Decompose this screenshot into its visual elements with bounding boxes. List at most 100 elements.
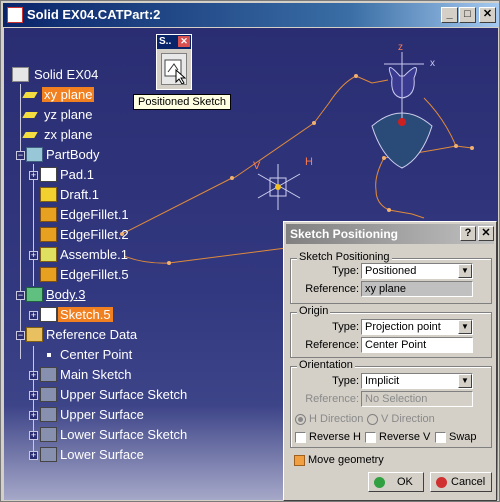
expand-toggle[interactable]: + <box>29 451 38 460</box>
reference-label: Reference: <box>305 283 359 295</box>
tree-item-label: Reference Data <box>46 327 138 342</box>
cancel-button[interactable]: Cancel <box>430 472 492 492</box>
mini-toolbar-close-icon[interactable]: ✕ <box>178 36 190 47</box>
window-titlebar[interactable]: Solid EX04.CATPart:2 _ □ ✕ <box>3 3 499 27</box>
expand-toggle[interactable]: + <box>29 171 38 180</box>
sketch-vertex <box>387 208 391 212</box>
positioned-sketch-icon <box>164 59 187 85</box>
reverse-v-checkbox[interactable] <box>365 432 376 443</box>
reverse-h-label: Reverse H <box>309 431 361 443</box>
sketch-profile-line <box>121 177 233 235</box>
sketch-vertex <box>454 144 458 148</box>
dialog-titlebar[interactable]: Sketch Positioning ? ✕ <box>286 224 494 244</box>
sketch-profile-line <box>388 209 425 219</box>
expand-toggle[interactable]: + <box>29 251 38 260</box>
edge-fillet-icon <box>40 227 57 242</box>
sketch-positioning-group: Sketch Positioning Type: Positioned ▼ Re… <box>290 251 492 304</box>
tree-item-label: EdgeFillet.5 <box>60 267 129 282</box>
positioned-sketch-button[interactable] <box>161 53 187 85</box>
collapse-toggle[interactable]: − <box>16 331 25 340</box>
ok-icon <box>374 477 385 488</box>
sketch-profile-line <box>123 255 170 264</box>
tree-item-label: Upper Surface Sketch <box>60 387 188 402</box>
positioning-type-select[interactable]: Positioned ▼ <box>361 263 473 279</box>
origin-reference-field[interactable]: Center Point <box>361 337 473 353</box>
assemble-icon <box>40 247 57 262</box>
orientation-type-select[interactable]: Implicit ▼ <box>361 373 473 389</box>
swap-checkbox[interactable] <box>435 432 446 443</box>
sketch-profile-line <box>423 97 457 147</box>
sketcher-mini-toolbar: S.. ✕ <box>156 34 192 90</box>
origin-type-select[interactable]: Projection point ▼ <box>361 319 473 335</box>
reference-label: Reference: <box>305 339 359 351</box>
tree-item-label: Center Point <box>60 347 133 362</box>
part-icon <box>12 67 29 82</box>
dialog-close-button[interactable]: ✕ <box>478 226 494 241</box>
sketch-vertex <box>382 156 386 160</box>
tree-item-label: EdgeFillet.2 <box>60 227 129 242</box>
expand-toggle[interactable]: + <box>29 311 38 320</box>
mini-toolbar-titlebar[interactable]: S.. ✕ <box>157 35 191 49</box>
swap-label: Swap <box>449 431 477 443</box>
v-direction-label: V Direction <box>381 413 435 425</box>
sketch-profile-line <box>375 157 390 211</box>
v-direction-radio[interactable] <box>367 414 378 425</box>
tree-item-label: Upper Surface <box>60 407 144 422</box>
x-axis-label: x <box>430 58 435 69</box>
tree-item-label: Assemble.1 <box>60 247 128 262</box>
tree-item-label: xy plane <box>42 87 95 102</box>
window-title: Solid EX04.CATPart:2 <box>27 7 161 22</box>
h-direction-label: H Direction <box>309 413 364 425</box>
dropdown-arrow-icon: ▼ <box>458 320 472 334</box>
sketch-icon <box>40 387 57 402</box>
orientation-group: Orientation Type: Implicit ▼ Reference: … <box>290 359 492 448</box>
expand-toggle[interactable]: + <box>29 371 38 380</box>
collapse-toggle[interactable]: − <box>16 151 25 160</box>
reference-label: Reference: <box>305 393 359 405</box>
sketch-vertex <box>354 74 358 78</box>
tree-item-label: PartBody <box>46 147 100 162</box>
sketch-positioning-dialog: Sketch Positioning ? ✕ Sketch Positionin… <box>283 221 497 501</box>
tree-connector <box>33 164 34 286</box>
help-button[interactable]: ? <box>460 226 476 241</box>
move-geometry-label: Move geometry <box>308 454 384 466</box>
minimize-button[interactable]: _ <box>441 7 458 23</box>
sketch-profile-line <box>455 145 473 149</box>
cancel-icon <box>436 477 447 488</box>
tree-connector <box>20 84 21 359</box>
collapse-toggle[interactable]: − <box>16 291 25 300</box>
expand-toggle[interactable]: + <box>29 411 38 420</box>
tree-item-label: Draft.1 <box>60 187 100 202</box>
close-button[interactable]: ✕ <box>479 7 496 23</box>
type-label: Type: <box>332 265 359 277</box>
type-label: Type: <box>332 321 359 333</box>
sketch-vertex <box>167 261 171 265</box>
expand-toggle[interactable]: + <box>29 431 38 440</box>
reverse-v-label: Reverse V <box>379 431 431 443</box>
tree-item-label: zx plane <box>44 127 93 142</box>
sketch-vertex <box>312 121 316 125</box>
reverse-h-checkbox[interactable] <box>295 432 306 443</box>
sketch-origin-axis <box>257 164 301 210</box>
positioning-reference-field[interactable]: xy plane <box>361 281 473 297</box>
maximize-button[interactable]: □ <box>459 7 476 23</box>
compass-3d-axis <box>371 52 433 169</box>
sketch-icon <box>40 367 57 382</box>
orientation-reference-field[interactable]: No Selection <box>361 391 473 407</box>
move-geometry-checkbox[interactable] <box>294 455 305 466</box>
sketch-profile-line <box>355 75 389 84</box>
tree-item-label: Lower Surface Sketch <box>60 427 188 442</box>
sketch-vertex <box>230 176 234 180</box>
dropdown-arrow-icon: ▼ <box>458 374 472 388</box>
group-label: Sketch Positioning <box>297 251 392 263</box>
ok-button[interactable]: OK <box>368 472 424 492</box>
edge-fillet-icon <box>40 207 57 222</box>
sketch-vertex <box>470 146 474 150</box>
expand-toggle[interactable]: + <box>29 391 38 400</box>
h-direction-radio[interactable] <box>295 414 306 425</box>
tree-root-label: Solid EX04 <box>34 67 99 82</box>
body-icon <box>26 287 43 302</box>
mini-toolbar-title: S.. <box>159 36 172 47</box>
tree-item-label: yz plane <box>44 107 93 122</box>
part-document-icon <box>7 7 23 23</box>
